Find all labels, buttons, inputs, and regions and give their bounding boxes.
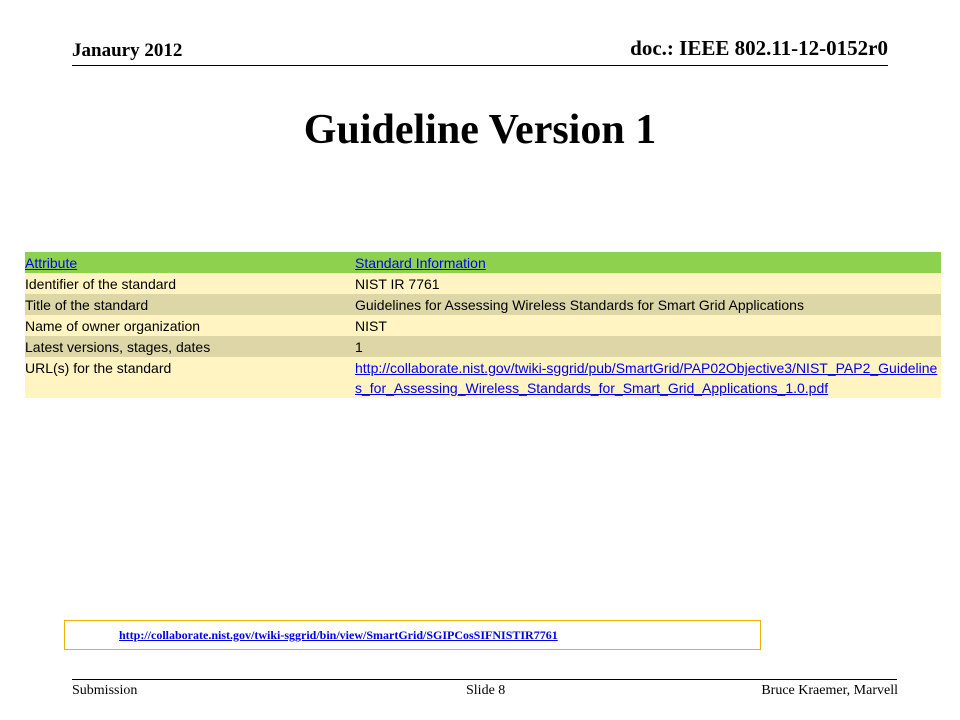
footer-divider [72, 679, 897, 680]
reference-link-box: http://collaborate.nist.gov/twiki-sggrid… [64, 620, 761, 650]
header-date: Janaury 2012 [72, 40, 183, 61]
attribute-header-link[interactable]: Attribute [25, 255, 77, 271]
attribute-cell: Name of owner organization [25, 318, 201, 334]
standard-information-header-link[interactable]: Standard Information [355, 255, 486, 271]
table-row: URL(s) for the standard http://collabora… [25, 357, 941, 398]
standard-info-table: Attribute Standard Information Identifie… [25, 252, 941, 398]
table-row: Latest versions, stages, dates 1 [25, 336, 941, 357]
value-cell: Guidelines for Assessing Wireless Standa… [355, 297, 804, 313]
value-cell: 1 [355, 339, 363, 355]
table-header-row: Attribute Standard Information [25, 252, 941, 273]
footer-slide-number: Slide 8 [466, 683, 506, 698]
attribute-cell: Identifier of the standard [25, 276, 176, 292]
attribute-cell: Title of the standard [25, 297, 149, 313]
header-cell-info[interactable]: Standard Information [355, 252, 941, 273]
reference-link[interactable]: http://collaborate.nist.gov/twiki-sggrid… [119, 628, 558, 643]
table-row: Name of owner organization NIST [25, 315, 941, 336]
standard-url-link[interactable]: http://collaborate.nist.gov/twiki-sggrid… [355, 358, 941, 398]
header-divider [72, 65, 888, 66]
attribute-cell: Latest versions, stages, dates [25, 339, 211, 355]
table-row: Identifier of the standard NIST IR 7761 [25, 273, 941, 294]
footer-submission: Submission [72, 683, 138, 698]
value-cell: NIST IR 7761 [355, 276, 440, 292]
value-cell: http://collaborate.nist.gov/twiki-sggrid… [355, 357, 941, 398]
header-cell-attribute[interactable]: Attribute [25, 252, 355, 273]
table-row: Title of the standard Guidelines for Ass… [25, 294, 941, 315]
value-cell: NIST [355, 318, 387, 334]
slide-title: Guideline Version 1 [303, 107, 657, 153]
attribute-cell: URL(s) for the standard [25, 360, 172, 376]
footer-author: Bruce Kraemer, Marvell [761, 683, 898, 698]
document-id: doc.: IEEE 802.11-12-0152r0 [630, 36, 888, 60]
